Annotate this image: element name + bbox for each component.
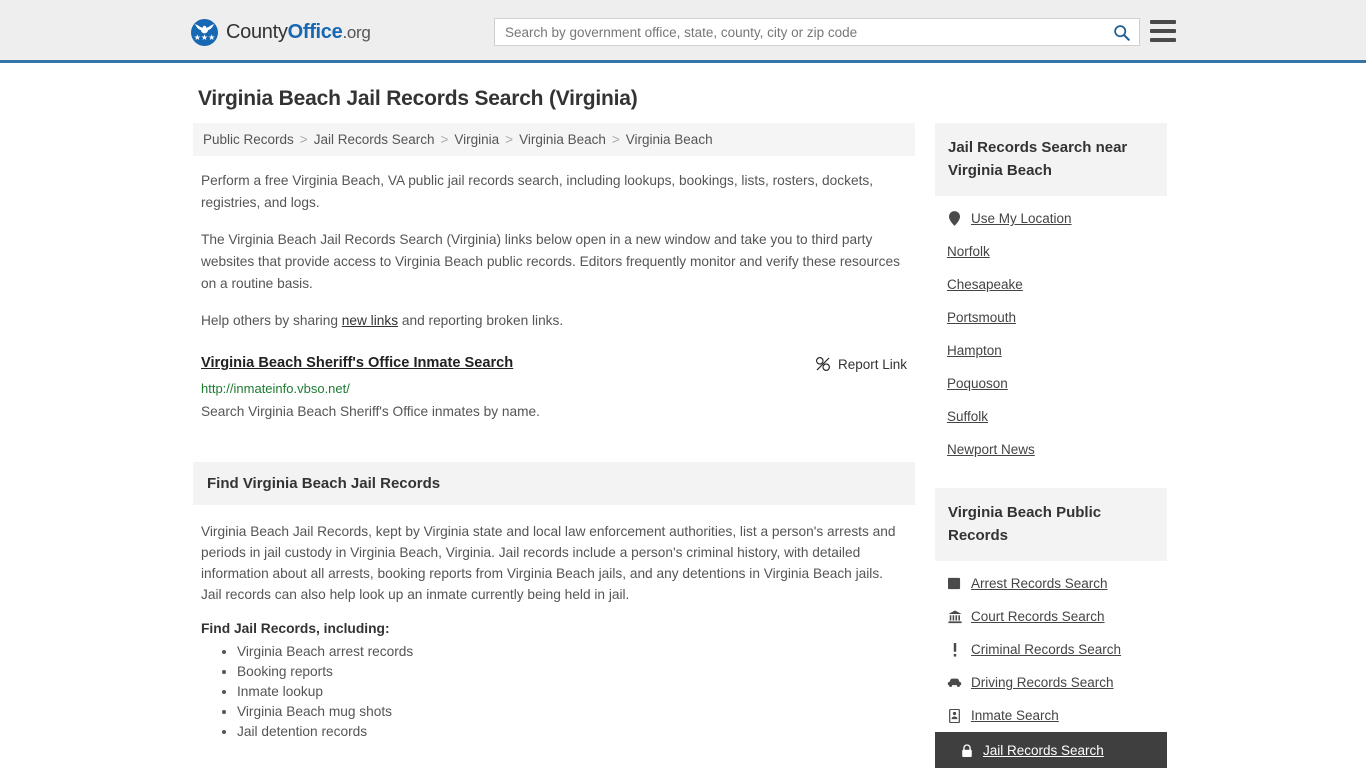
sidebar-item-label[interactable]: Arrest Records Search [971,576,1108,591]
use-my-location-row[interactable]: Use My Location [947,202,1167,235]
sidebar-item-inmate-search[interactable]: Inmate Search [947,699,1167,732]
share-text-after: and reporting broken links. [398,313,564,328]
sidebar-item-court-records[interactable]: Court Records Search [947,600,1167,633]
site-logo[interactable]: ★★★ CountyOffice.org [191,19,371,46]
nearby-city-row[interactable]: Hampton [947,334,1167,367]
nearby-city-link[interactable]: Suffolk [947,409,988,424]
share-text-before: Help others by sharing [201,313,342,328]
nearby-city-link[interactable]: Newport News [947,442,1035,457]
exclamation-icon [947,642,962,657]
breadcrumb-separator: > [440,132,449,147]
breadcrumb-item-0[interactable]: Public Records [203,132,294,147]
search-button[interactable] [1103,19,1139,45]
nearby-city-link[interactable]: Hampton [947,343,1002,358]
nearby-city-row[interactable]: Chesapeake [947,268,1167,301]
public-records-links-list: Arrest Records Search Court Records Sear… [935,561,1167,768]
result-description: Search Virginia Beach Sheriff's Office i… [201,404,540,419]
sidebar-item-driving-records[interactable]: Driving Records Search [947,666,1167,699]
nearby-city-link[interactable]: Poquoson [947,376,1008,391]
use-my-location-label[interactable]: Use My Location [971,211,1072,226]
lock-icon [959,743,974,758]
search-input[interactable] [495,19,1103,45]
hamburger-bar [1150,29,1176,33]
logo-text-org: .org [342,23,371,42]
nearby-city-link[interactable]: Portsmouth [947,310,1016,325]
nearby-city-row[interactable]: Portsmouth [947,301,1167,334]
result-title-link[interactable]: Virginia Beach Sheriff's Office Inmate S… [201,355,513,371]
breadcrumb-item-4[interactable]: Virginia Beach [626,132,713,147]
page-body: Virginia Beach Jail Records Search (Virg… [0,87,1366,768]
result-url-link[interactable]: http://inmateinfo.vbso.net/ [201,381,915,396]
list-item: Jail detention records [237,722,905,742]
broken-link-icon [815,357,830,371]
content-container: Virginia Beach Jail Records Search (Virg… [193,87,1173,768]
find-records-paragraph: Virginia Beach Jail Records, kept by Vir… [201,524,896,602]
sidebar: Jail Records Search near Virginia Beach … [935,123,1167,768]
breadcrumb-item-2[interactable]: Virginia [454,132,499,147]
logo-text-county: County [226,21,288,43]
breadcrumb-separator: > [299,132,308,147]
site-logo-text: CountyOffice.org [226,21,371,44]
list-item: Virginia Beach arrest records [237,642,905,662]
content-columns: Public Records > Jail Records Search > Virgi… [193,123,1173,768]
id-badge-icon [947,708,962,723]
public-records-card: Virginia Beach Public Records Arrest Rec… [935,488,1167,768]
sidebar-item-label[interactable]: Inmate Search [971,708,1059,723]
breadcrumb-item-3[interactable]: Virginia Beach [519,132,606,147]
public-records-card-heading: Virginia Beach Public Records [935,488,1167,561]
find-records-subheading: Find Jail Records, including: [201,621,390,636]
record-type-list: Virginia Beach arrest records Booking re… [201,642,905,742]
list-item: Virginia Beach mug shots [237,702,905,722]
map-pin-icon [947,211,962,226]
breadcrumb-item-1[interactable]: Jail Records Search [314,132,435,147]
main-column: Public Records > Jail Records Search > Virgi… [193,123,915,742]
find-records-section-body: Virginia Beach Jail Records, kept by Vir… [193,505,915,742]
sidebar-item-jail-records[interactable]: Jail Records Search [935,732,1167,768]
search-bar [494,18,1140,46]
report-link-button[interactable]: Report Link [815,356,907,372]
countyoffice-logo-icon: ★★★ [191,19,218,46]
new-links-link[interactable]: new links [342,313,398,328]
sidebar-item-criminal-records[interactable]: Criminal Records Search [947,633,1167,666]
nearby-city-row[interactable]: Suffolk [947,400,1167,433]
nearby-links-list: Use My Location Norfolk Chesapeake Ports… [935,196,1167,466]
nearby-city-link[interactable]: Chesapeake [947,277,1023,292]
list-item: Booking reports [237,662,905,682]
hamburger-bar [1150,20,1176,24]
breadcrumb-separator: > [505,132,514,147]
fingerprint-square-icon [947,576,962,591]
result-item: Virginia Beach Sheriff's Office Inmate S… [201,354,915,422]
search-icon [1113,24,1130,41]
nearby-city-row[interactable]: Newport News [947,433,1167,466]
report-link-label: Report Link [837,356,907,372]
page-title: Virginia Beach Jail Records Search (Virg… [198,87,638,110]
sidebar-item-label[interactable]: Court Records Search [971,609,1105,624]
nearby-city-row[interactable]: Norfolk [947,235,1167,268]
nearby-card-heading: Jail Records Search near Virginia Beach [935,123,1167,196]
nearby-city-row[interactable]: Poquoson [947,367,1167,400]
hamburger-bar [1150,38,1176,42]
find-records-section-heading: Find Virginia Beach Jail Records [193,462,915,505]
site-header: ★★★ CountyOffice.org [0,0,1366,63]
car-icon [947,675,962,690]
breadcrumb: Public Records > Jail Records Search > Virgi… [193,123,915,156]
intro-paragraph-1: Perform a free Virginia Beach, VA public… [201,173,874,210]
courthouse-icon [947,609,962,624]
breadcrumb-separator: > [611,132,620,147]
sidebar-item-label[interactable]: Jail Records Search [983,743,1104,758]
sidebar-item-label[interactable]: Criminal Records Search [971,642,1121,657]
nearby-city-link[interactable]: Norfolk [947,244,990,259]
hamburger-menu-icon[interactable] [1150,20,1176,42]
sidebar-item-label[interactable]: Driving Records Search [971,675,1114,690]
intro-paragraph-3: Help others by sharing new links and rep… [201,310,901,332]
logo-text-office: Office [287,21,343,43]
nearby-jail-records-card: Jail Records Search near Virginia Beach … [935,123,1167,466]
three-stars-icon: ★★★ [193,33,216,42]
sidebar-item-arrest-records[interactable]: Arrest Records Search [947,567,1167,600]
list-item: Inmate lookup [237,682,905,702]
intro-paragraph-2: The Virginia Beach Jail Records Search (… [201,232,900,291]
